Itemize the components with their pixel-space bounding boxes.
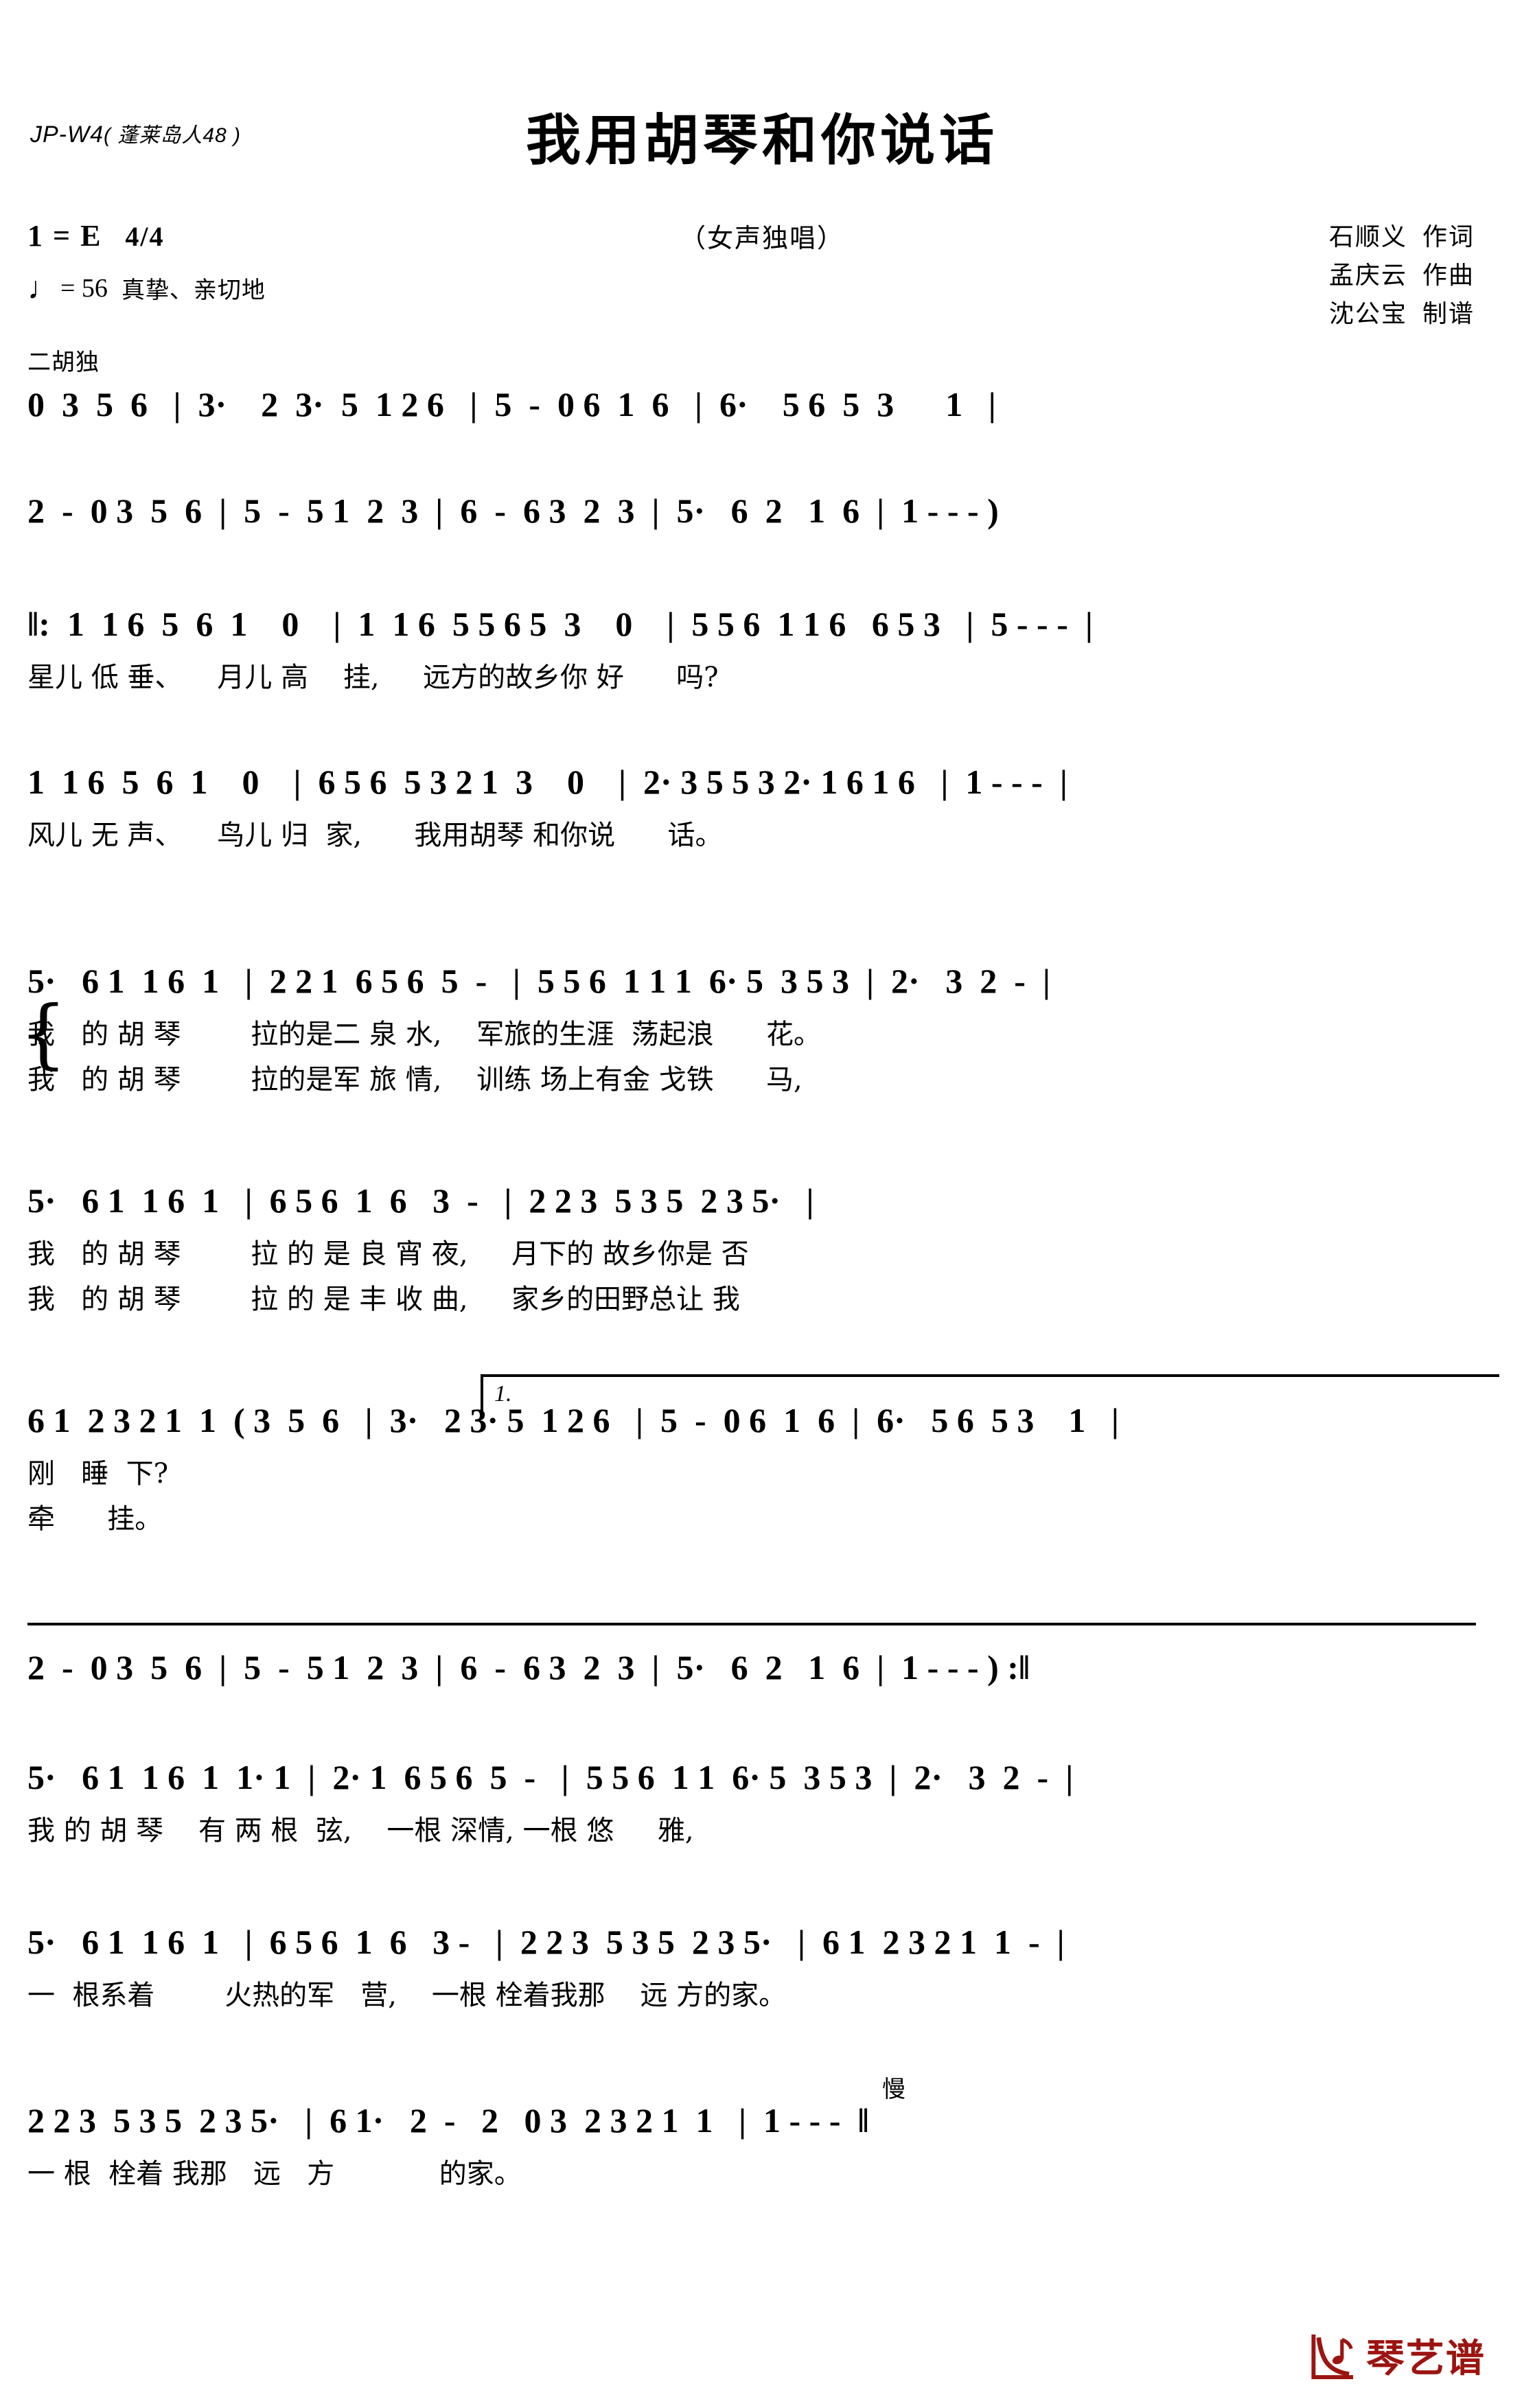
credit-lyricist-name: 石顺义 [1328, 223, 1407, 251]
music-system-verse-b: { 5· 6 1 1 6 1 | 2 2 1 6 5 6 5 - | 5 5 6… [19, 961, 1497, 1100]
lyrics-row-verse-2: 我 的 胡 琴 拉的是军 旅 情, 训练 场上有金 戈铁 马, [27, 1064, 803, 1096]
key-tempo-block: 1 = E 4/4 ♩ = 56 真挚、亲切地 [27, 218, 266, 305]
notation-row: 2 2 3 5 3 5 2 3 5· | 6 1· 2 - 2 0 3 2 3 … [27, 2101, 869, 2140]
music-system-intro-1: 0 3 5 6 | 3· 2 3· 5 1 2 6 | 5 - 0 6 1 6 … [27, 384, 1497, 435]
lyrics-row: 星儿 低 垂、 月儿 高 挂, 远方的故乡你 好 吗? [27, 662, 719, 693]
music-system-verse-f: 5· 6 1 1 6 1 1· 1 | 2· 1 6 5 6 5 - | 5 5… [27, 1757, 1497, 1851]
credit-engraver: 沈公宝 制谱 [1329, 295, 1475, 334]
lyrics-row-verse-1: 我 的 胡 琴 拉的是二 泉 水, 军旅的生涯 荡起浪 花。 [27, 1019, 822, 1050]
instrument-annotation: 二胡独 [27, 349, 100, 376]
music-system-verse-a2: 1 1 6 5 6 1 0 | 6 5 6 5 3 2 1 3 0 | 2· 3… [27, 762, 1497, 855]
notation-row: 0 3 5 6 | 3· 2 3· 5 1 2 6 | 5 - 0 6 1 6 … [27, 385, 996, 424]
notation-row: 5· 6 1 1 6 1 | 6 5 6 1 6 3 - | 2 2 3 5 3… [27, 1923, 1065, 1961]
credit-composer: 孟庆云 作曲 [1329, 257, 1475, 295]
notation-row: 5· 6 1 1 6 1 1· 1 | 2· 1 6 5 6 5 - | 5 5… [27, 1758, 1074, 1796]
tempo-line: ♩ = 56 真挚、亲切地 [27, 271, 266, 305]
page-title: 我用胡琴和你说话 [526, 108, 998, 172]
sheet-music-page: JP-W4( 蓬莱岛人48 ) 我用胡琴和你说话 （女声独唱） 1 = E 4/4… [0, 0, 1524, 2408]
credit-lyricist-role: 作词 [1422, 223, 1475, 251]
lyrics-row: 风儿 无 声、 鸟儿 归 家, 我用胡琴 和你说 话。 [27, 820, 723, 851]
mood-direction: 真挚、亲切地 [121, 277, 266, 304]
key-signature-line: 1 = E 4/4 [27, 218, 266, 253]
credit-lyricist: 石顺义 作词 [1329, 218, 1475, 257]
credit-engraver-name: 沈公宝 [1328, 299, 1407, 328]
lyrics-row-verse-2: 我 的 胡 琴 拉 的 是 丰 收 曲, 家乡的田野总让 我 [27, 1284, 740, 1315]
key-signature: 1 = E [27, 219, 102, 253]
notation-row: 6 1 2 3 2 1 1 ( 3 5 6 | 3· 2 3· 5 1 2 6 … [27, 1401, 1119, 1439]
music-system-intro-2: 2 - 0 3 5 6 | 5 - 5 1 2 3 | 6 - 6 3 2 3 … [27, 491, 1497, 542]
lyrics-row: 我 的 胡 琴 有 两 根 弦, 一根 深情, 一根 悠 雅, [27, 1815, 694, 1846]
notation-row: 5· 6 1 1 6 1 | 6 5 6 1 6 3 - | 2 2 3 5 3… [27, 1181, 814, 1220]
lyrics-row-verse-1: 刚 睡 下? [27, 1458, 169, 1490]
time-signature: 4/4 [125, 221, 165, 252]
lyrics-row: 一 根系着 火热的军 营, 一根 栓着我那 远 方的家。 [27, 1980, 787, 2011]
site-logo[interactable]: 琴艺谱 [1308, 2328, 1486, 2383]
quarter-note-icon: ♩ [27, 270, 59, 305]
qinyipu-mark-icon [1311, 2334, 1354, 2379]
notation-row: ‖: 1 1 6 5 6 1 0 | 1 1 6 5 5 6 5 3 0 | 5… [27, 605, 1093, 643]
credits: 石顺义 作词 孟庆云 作曲 沈公宝 制谱 [1329, 218, 1475, 333]
music-system-verse-c: 5· 6 1 1 6 1 | 6 5 6 1 6 3 - | 2 2 3 5 3… [27, 1181, 1497, 1319]
ending-continuation-bracket [27, 1623, 1476, 1625]
credit-composer-role: 作曲 [1422, 261, 1475, 290]
music-system-verse-a1: ‖: 1 1 6 5 6 1 0 | 1 1 6 5 5 6 5 3 0 | 5… [27, 604, 1497, 697]
lyrics-row-verse-1: 我 的 胡 琴 拉 的 是 良 宵 夜, 月下的 故乡你是 否 [27, 1238, 749, 1270]
music-system-verse-e: 2 - 0 3 5 6 | 5 - 5 1 2 3 | 6 - 6 3 2 3 … [27, 1623, 1497, 1698]
logo-text: 琴艺谱 [1366, 2337, 1486, 2381]
lyrics-row: 一 根 栓着 我那 远 方 的家。 [27, 2158, 522, 2190]
music-system-verse-g: 5· 6 1 1 6 1 | 6 5 6 1 6 3 - | 2 2 3 5 3… [27, 1922, 1497, 2015]
music-system-verse-d: 1. 6 1 2 3 2 1 1 ( 3 5 6 | 3· 2 3· 5 1 2… [27, 1374, 1499, 1539]
notation-row: 1 1 6 5 6 1 0 | 6 5 6 5 3 2 1 3 0 | 2· 3… [27, 763, 1067, 801]
lyrics-row-verse-2: 牵 挂。 [27, 1503, 163, 1535]
notation-row: 5· 6 1 1 6 1 | 2 2 1 6 5 6 5 - | 5 5 6 1… [27, 962, 1050, 1000]
tempo-value: = 56 [60, 273, 108, 303]
notation-row: 2 - 0 3 5 6 | 5 - 5 1 2 3 | 6 - 6 3 2 3 … [27, 491, 999, 530]
music-system-verse-h: 慢 2 2 3 5 3 5 2 3 5· | 6 1· 2 - 2 0 3 2 … [27, 2076, 1497, 2194]
credit-engraver-role: 制谱 [1422, 299, 1475, 328]
slow-tempo-mark: 慢 [882, 2076, 905, 2103]
notation-row: 2 - 0 3 5 6 | 5 - 5 1 2 3 | 6 - 6 3 2 3 … [27, 1648, 1030, 1687]
credit-composer-name: 孟庆云 [1328, 261, 1407, 290]
